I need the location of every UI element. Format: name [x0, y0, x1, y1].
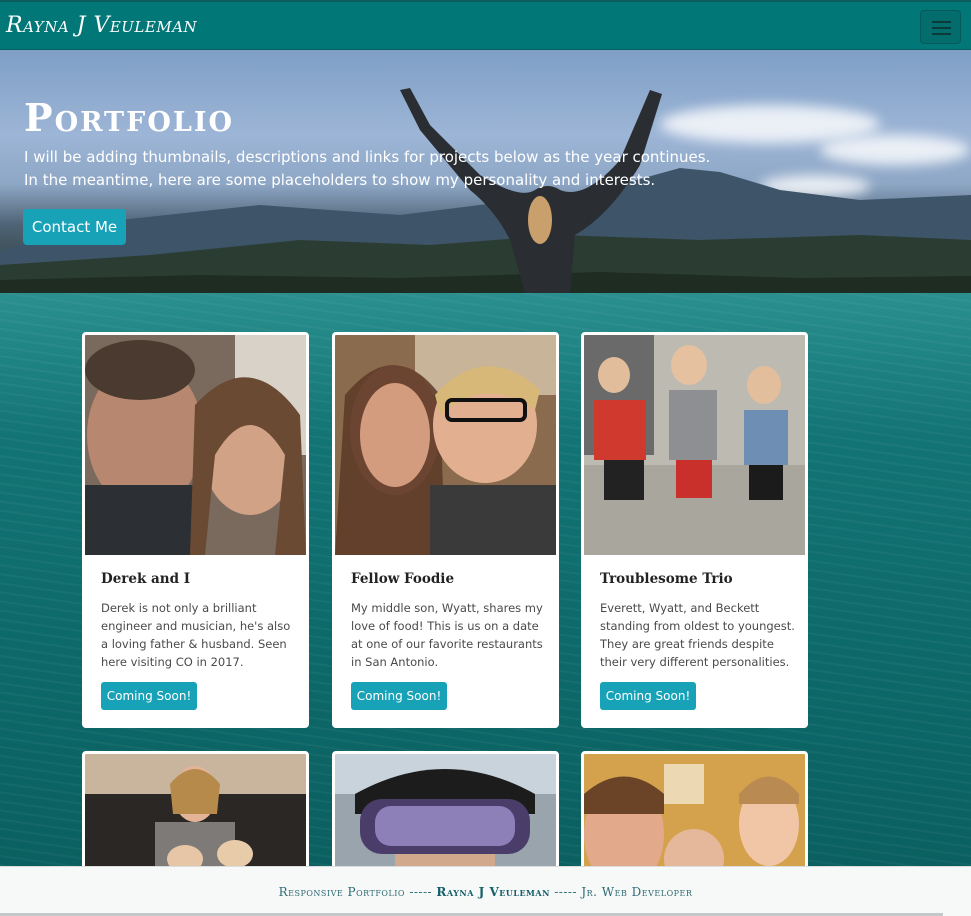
hero-content: Portfolio I will be adding thumbnails, d…	[24, 96, 924, 192]
hero-banner: Portfolio I will be adding thumbnails, d…	[0, 50, 971, 293]
hamburger-line	[932, 21, 951, 23]
footer: Responsive Portfolio ----- Rayna J Veule…	[0, 866, 971, 916]
footer-left-text: Responsive Portfolio	[278, 885, 405, 899]
contact-me-button[interactable]: Contact Me	[23, 209, 126, 245]
brand-logo[interactable]: Rayna J Veuleman	[6, 13, 197, 38]
hamburger-line	[932, 33, 951, 35]
card-text: My middle son, Wyatt, shares my love of …	[351, 601, 543, 669]
card-title: Derek and I	[101, 571, 191, 587]
navbar: Rayna J Veuleman	[0, 0, 971, 50]
footer-separator: -----	[405, 885, 437, 899]
portfolio-card: Fellow Foodie My middle son, Wyatt, shar…	[332, 332, 559, 728]
portfolio-card: Troublesome Trio Everett, Wyatt, and Bec…	[581, 332, 808, 728]
page-title: Portfolio	[24, 95, 234, 140]
card-photo-skier	[335, 754, 556, 868]
card-text: Everett, Wyatt, and Beckett standing fro…	[600, 601, 795, 669]
coming-soon-button[interactable]: Coming Soon!	[600, 682, 696, 710]
portfolio-card	[581, 751, 808, 871]
hamburger-menu-icon[interactable]	[920, 10, 961, 44]
hero-description-line: In the meantime, here are some placehold…	[24, 171, 656, 189]
portfolio-card	[332, 751, 559, 871]
footer-author-name: Rayna J Veuleman	[436, 885, 550, 899]
portfolio-card: Derek and I Derek is not only a brillian…	[82, 332, 309, 728]
coming-soon-button[interactable]: Coming Soon!	[101, 682, 197, 710]
card-text: Derek is not only a brilliant engineer a…	[101, 601, 291, 669]
card-photo-mom-kids	[85, 754, 306, 868]
card-photo-trio	[584, 335, 805, 555]
portfolio-card	[82, 751, 309, 871]
footer-credits: Responsive Portfolio ----- Rayna J Veule…	[0, 885, 971, 899]
hero-description-line: I will be adding thumbnails, description…	[24, 148, 711, 166]
footer-separator: -----	[549, 885, 582, 899]
coming-soon-button[interactable]: Coming Soon!	[351, 682, 447, 710]
card-photo-foodie	[335, 335, 556, 555]
card-photo-family-selfie	[584, 754, 805, 868]
footer-right-text: Jr. Web Developer	[581, 885, 693, 899]
card-photo-couple	[85, 335, 306, 555]
card-title: Troublesome Trio	[600, 571, 733, 587]
card-title: Fellow Foodie	[351, 571, 455, 587]
hamburger-line	[932, 27, 951, 29]
